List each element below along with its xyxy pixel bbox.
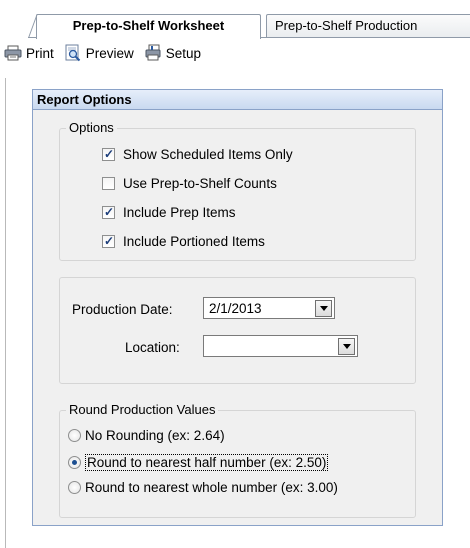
printer-icon — [4, 45, 22, 61]
radio-selected-dot — [72, 460, 77, 465]
options-group-title: Options — [66, 120, 117, 136]
radio-button[interactable] — [68, 429, 81, 442]
checkbox-label: Include Prep Items — [123, 205, 236, 220]
round-whole-number-radio[interactable]: Round to nearest whole number (ex: 3.00) — [68, 480, 338, 495]
report-options-panel: Report Options Options ✓ Show Scheduled … — [32, 89, 443, 526]
print-button[interactable]: Print — [4, 45, 54, 61]
print-label: Print — [26, 45, 54, 61]
radio-button[interactable] — [68, 456, 81, 469]
production-date-picker[interactable]: 2/1/2013 — [203, 297, 335, 319]
report-options-header: Report Options — [33, 90, 442, 110]
no-rounding-radio[interactable]: No Rounding (ex: 2.64) — [68, 428, 225, 443]
round-half-number-radio[interactable]: Round to nearest half number (ex: 2.50) — [68, 454, 329, 471]
check-mark-icon: ✓ — [104, 147, 115, 161]
toolbar: Print Preview Setup — [0, 42, 207, 64]
check-mark-icon: ✓ — [104, 234, 115, 248]
location-dropdown-button[interactable] — [338, 337, 355, 355]
radio-label: Round to nearest whole number (ex: 3.00) — [85, 480, 338, 495]
date-dropdown-button[interactable] — [315, 299, 332, 317]
check-mark-icon: ✓ — [104, 205, 115, 219]
preview-label: Preview — [85, 45, 134, 61]
checkbox-label: Use Prep-to-Shelf Counts — [123, 176, 277, 191]
chevron-down-icon — [319, 305, 328, 311]
checkbox-box[interactable] — [102, 177, 115, 190]
setup-button[interactable]: Setup — [144, 44, 201, 62]
date-location-group: Production Date: 2/1/2013 Location: — [59, 277, 416, 384]
preview-button[interactable]: Preview — [64, 44, 134, 62]
options-group: Options ✓ Show Scheduled Items Only Use … — [59, 120, 416, 261]
show-scheduled-items-checkbox[interactable]: ✓ Show Scheduled Items Only — [102, 147, 293, 162]
production-date-value: 2/1/2013 — [209, 300, 262, 316]
radio-button[interactable] — [68, 481, 81, 494]
checkbox-box[interactable]: ✓ — [102, 234, 115, 248]
chevron-down-icon — [342, 343, 351, 349]
left-divider — [5, 78, 6, 548]
setup-label: Setup — [165, 45, 202, 61]
use-prep-to-shelf-counts-checkbox[interactable]: Use Prep-to-Shelf Counts — [102, 176, 277, 191]
checkbox-label: Include Portioned Items — [123, 234, 265, 249]
location-select[interactable] — [203, 335, 358, 357]
production-date-label: Production Date: — [72, 302, 173, 317]
radio-label: Round to nearest half number (ex: 2.50) — [85, 454, 329, 471]
tab-prep-to-shelf-worksheet[interactable]: Prep-to-Shelf Worksheet — [36, 14, 261, 39]
page-setup-icon — [145, 44, 161, 61]
include-prep-items-checkbox[interactable]: ✓ Include Prep Items — [102, 205, 236, 220]
rounding-group-title: Round Production Values — [66, 402, 219, 418]
checkbox-label: Show Scheduled Items Only — [123, 147, 293, 162]
checkbox-box[interactable]: ✓ — [102, 205, 115, 219]
preview-icon — [65, 44, 80, 62]
rounding-group: Round Production Values No Rounding (ex:… — [59, 402, 416, 518]
tab-prep-to-shelf-production[interactable]: Prep-to-Shelf Production — [266, 14, 470, 38]
tab-strip: Prep-to-Shelf Worksheet Prep-to-Shelf Pr… — [0, 0, 470, 39]
checkbox-box[interactable]: ✓ — [102, 147, 115, 161]
radio-label: No Rounding (ex: 2.64) — [85, 428, 225, 443]
location-label: Location: — [125, 340, 180, 355]
include-portioned-items-checkbox[interactable]: ✓ Include Portioned Items — [102, 234, 265, 249]
